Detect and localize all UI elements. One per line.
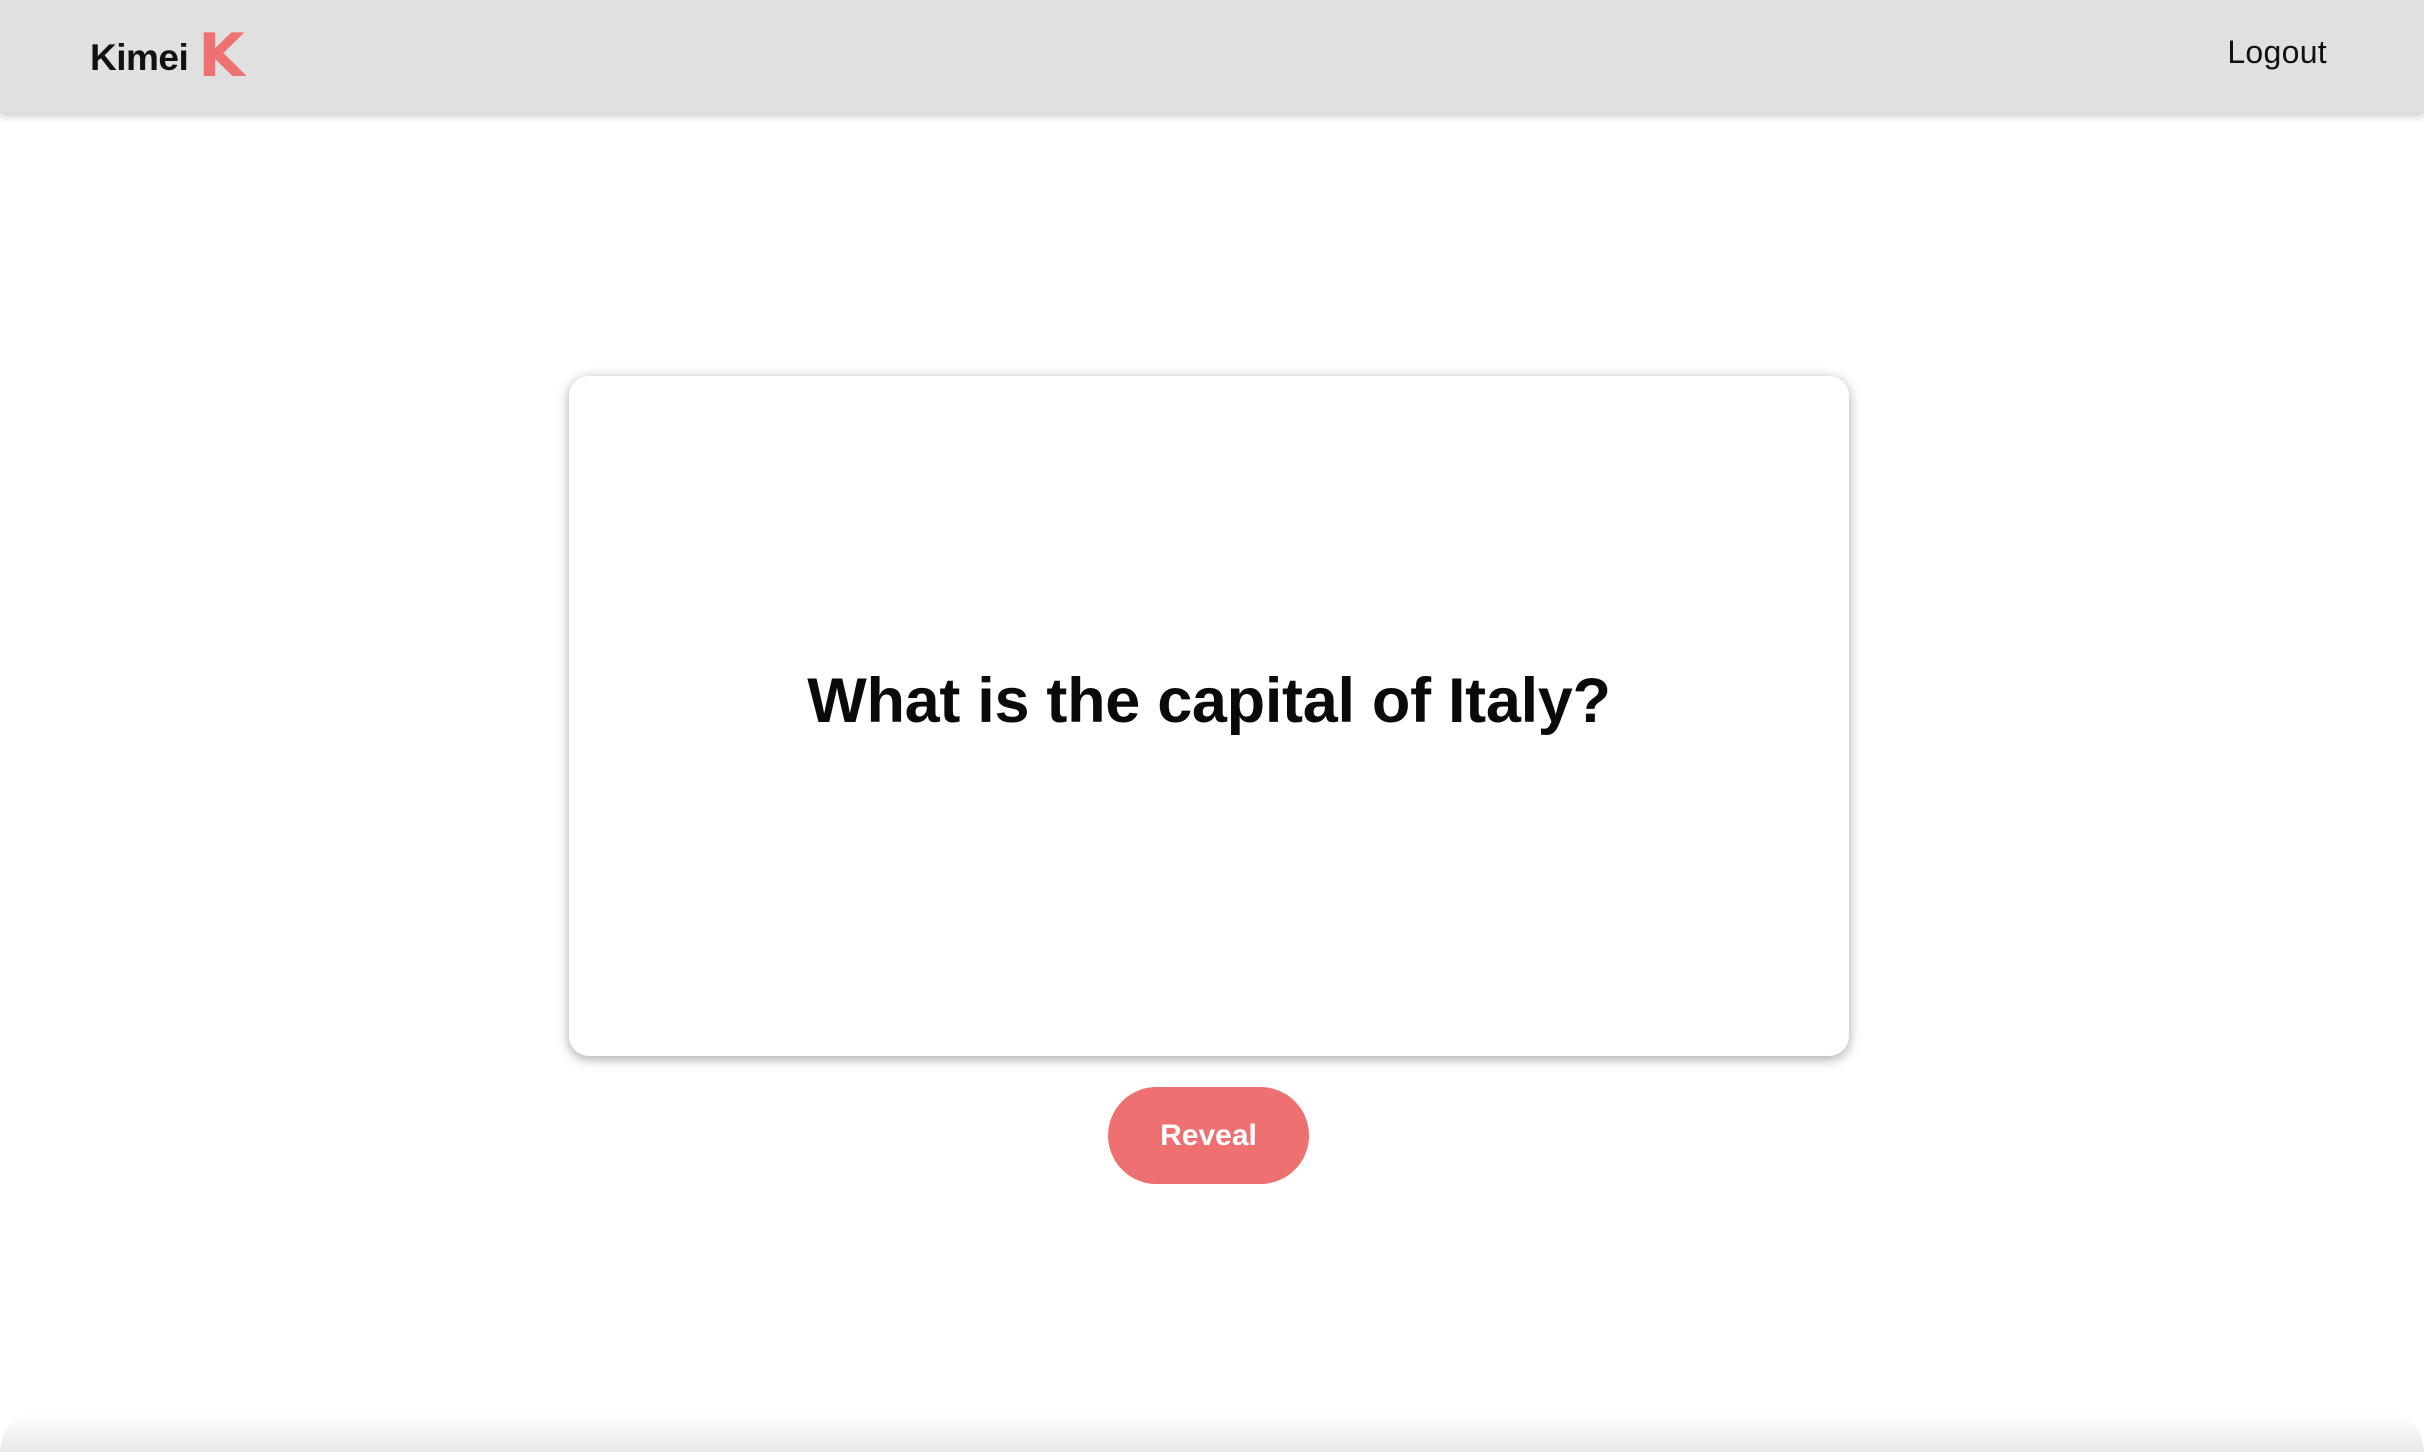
flashcard-question: What is the capital of Italy?: [807, 666, 1611, 736]
reveal-button[interactable]: Reveal: [1108, 1087, 1309, 1184]
logout-link[interactable]: Logout: [2227, 34, 2327, 71]
brand-home-link[interactable]: Kimei K: [90, 21, 245, 91]
brand-name: Kimei: [90, 37, 189, 78]
top-navbar: Kimei K Logout: [0, 0, 2424, 113]
bottom-edge-shadow: [0, 1412, 2424, 1452]
brand-logo-icon: K: [198, 21, 245, 91]
flashcard: What is the capital of Italy?: [569, 376, 1849, 1056]
